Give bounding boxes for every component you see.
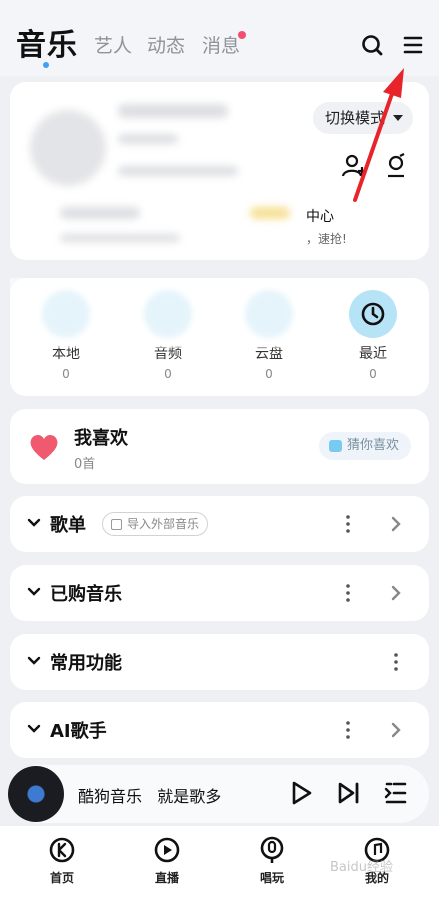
guess-you-like-label: 猜你喜欢 <box>346 438 399 453</box>
quick-recent-label: 最近 <box>359 346 387 362</box>
import-external-music-label: 导入外部音乐 <box>127 517 200 531</box>
more-vertical-icon[interactable] <box>346 583 350 603</box>
section-ai-singer[interactable]: AI歌手 <box>10 702 429 758</box>
quick-access-card: 本地 0 音频 0 云盘 0 最近 0 <box>10 278 429 396</box>
vip-center-title[interactable]: 中心 <box>306 206 334 226</box>
now-playing-text: 酷狗音乐 就是歌多 <box>78 783 221 807</box>
nav-sing[interactable]: 唱玩 <box>242 836 302 886</box>
heart-icon <box>30 434 58 460</box>
quick-cloud-count: 0 <box>265 367 273 381</box>
user-meta-placeholder <box>118 134 178 144</box>
section-purchased[interactable]: 已购音乐 <box>10 565 429 621</box>
kugou-home-icon <box>49 837 75 863</box>
clock-icon <box>349 290 397 338</box>
section-common-functions[interactable]: 常用功能 <box>10 634 429 690</box>
search-icon[interactable] <box>360 33 384 57</box>
favorites-title: 我喜欢 <box>74 428 128 449</box>
vip-center-subtitle: ，速抢! <box>306 232 347 246</box>
tab-music[interactable]: 音乐 <box>16 20 78 64</box>
active-tab-indicator <box>43 62 49 68</box>
next-track-icon[interactable] <box>336 780 362 806</box>
add-friend-icon[interactable] <box>340 152 368 180</box>
chevron-right-icon[interactable] <box>391 516 401 532</box>
avatar[interactable] <box>30 110 106 186</box>
quick-recent-count: 0 <box>369 367 377 381</box>
user-stats-placeholder <box>118 166 238 176</box>
more-vertical-icon[interactable] <box>346 514 350 534</box>
live-play-icon <box>154 837 180 863</box>
section-playlists-title: 歌单 <box>50 515 86 536</box>
nav-sing-label: 唱玩 <box>259 871 284 885</box>
import-external-music-button[interactable]: 导入外部音乐 <box>102 512 209 536</box>
nav-live[interactable]: 直播 <box>137 836 197 886</box>
more-vertical-icon[interactable] <box>394 652 398 672</box>
caret-down-icon <box>393 115 403 121</box>
favorites-card[interactable]: 我喜欢 0首 猜你喜欢 <box>10 409 429 484</box>
section-purchased-title: 已购音乐 <box>50 584 122 605</box>
tab-feed[interactable]: 动态 <box>147 31 185 58</box>
play-icon[interactable] <box>288 780 314 806</box>
nav-home-label: 首页 <box>49 871 74 885</box>
playlist-queue-icon[interactable] <box>383 780 409 806</box>
chevron-down-icon[interactable] <box>27 722 41 736</box>
now-playing-subtitle: 就是歌多 <box>157 787 222 806</box>
mini-player[interactable]: 酷狗音乐 就是歌多 <box>8 765 429 823</box>
section-playlists[interactable]: 歌单 导入外部音乐 <box>10 496 429 552</box>
profile-card: 切换模式 中心 ，速抢! <box>10 82 429 260</box>
recommend-icon <box>328 440 342 452</box>
vip-placeholder-3 <box>250 207 290 219</box>
quick-recent[interactable]: 最近 0 <box>338 290 408 381</box>
now-playing-title: 酷狗音乐 <box>78 787 143 806</box>
more-vertical-icon[interactable] <box>346 720 350 740</box>
favorites-count: 0首 <box>74 457 96 472</box>
checkin-icon[interactable] <box>382 152 410 180</box>
section-ai-singer-title: AI歌手 <box>50 721 107 742</box>
image-icon <box>111 519 122 530</box>
tab-artist[interactable]: 艺人 <box>94 31 132 58</box>
album-disc[interactable] <box>8 766 64 822</box>
blur-overlay <box>10 278 305 348</box>
tab-messages[interactable]: 消息 <box>202 31 240 58</box>
vip-placeholder-1 <box>60 207 140 219</box>
nav-home[interactable]: 首页 <box>32 836 92 886</box>
watermark: Baidu经验 <box>330 860 393 875</box>
unread-badge <box>238 31 246 39</box>
switch-mode-button[interactable]: 切换模式 <box>312 102 413 134</box>
switch-mode-label: 切换模式 <box>324 109 385 127</box>
chevron-right-icon[interactable] <box>391 585 401 601</box>
chevron-down-icon[interactable] <box>27 516 41 530</box>
section-common-functions-title: 常用功能 <box>50 653 122 674</box>
top-tab-bar: 音乐 艺人 动态 消息 <box>0 0 439 76</box>
username-placeholder <box>118 104 228 118</box>
menu-icon[interactable] <box>401 33 425 57</box>
vip-placeholder-2 <box>60 234 180 242</box>
microphone-icon <box>260 836 284 863</box>
quick-audio-count: 0 <box>164 367 172 381</box>
nav-live-label: 直播 <box>154 871 179 885</box>
chevron-down-icon[interactable] <box>27 654 41 668</box>
chevron-down-icon[interactable] <box>27 585 41 599</box>
chevron-right-icon[interactable] <box>391 722 401 738</box>
guess-you-like-button[interactable]: 猜你喜欢 <box>318 432 411 460</box>
quick-local-count: 0 <box>62 367 70 381</box>
